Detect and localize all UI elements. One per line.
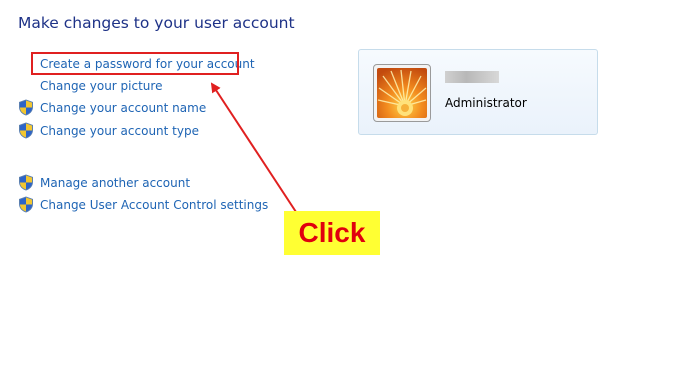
click-callout: Click [284,211,380,255]
click-callout-text: Click [298,217,366,248]
annotation-arrow [210,82,299,216]
